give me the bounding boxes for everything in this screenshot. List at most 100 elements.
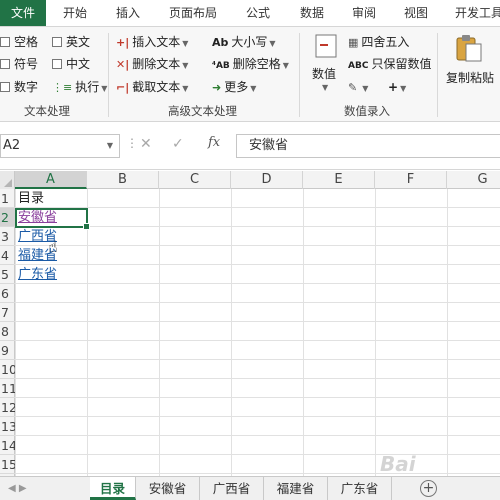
sheet-tab-fujian[interactable]: 福建省 — [264, 477, 328, 500]
chevron-down-icon[interactable]: ▼ — [107, 135, 113, 157]
column-header-a[interactable]: A — [15, 171, 87, 189]
chevron-down-icon: ▼ — [101, 84, 108, 93]
cell-area[interactable] — [15, 189, 500, 476]
chevron-down-icon: ▼ — [362, 84, 369, 93]
checkbox-icon — [0, 59, 10, 69]
worksheet-grid: A B C D E F G 1 2 3 4 5 6 7 8 9 10 11 12… — [0, 171, 500, 476]
copy-paste-button[interactable]: 复制粘贴 — [444, 31, 500, 99]
sheet-tab-guangxi[interactable]: 广西省 — [200, 477, 264, 500]
column-header-b[interactable]: B — [87, 171, 159, 189]
row-header[interactable]: 11 — [0, 379, 15, 398]
edit-icon: ✎ — [348, 81, 358, 94]
sheet-tab-bar: ◀ ▶ 目录 安徽省 广西省 福建省 广东省 + — [0, 476, 500, 500]
group-label-numeric-entry: 数值录入 — [344, 104, 390, 118]
column-header-d[interactable]: D — [231, 171, 303, 189]
edit-value-button[interactable]: ✎ ▼ — [348, 78, 368, 96]
row-header[interactable]: 9 — [0, 341, 15, 360]
group-label-text-process: 文本处理 — [24, 104, 70, 118]
tab-page-layout[interactable]: 页面布局 — [169, 0, 217, 26]
cell-a5-link[interactable]: 广东省 — [18, 265, 57, 284]
tab-insert[interactable]: 插入 — [116, 0, 140, 26]
clipboard-icon — [456, 35, 482, 62]
row-header[interactable]: 6 — [0, 284, 15, 303]
add-sheet-icon[interactable]: + — [420, 480, 437, 497]
row-header[interactable]: 12 — [0, 398, 15, 417]
insert-text-icon: +| — [116, 36, 130, 49]
column-header-c[interactable]: C — [159, 171, 231, 189]
confirm-icon[interactable]: ✓ — [172, 136, 184, 152]
sheet-tab-guangdong[interactable]: 广东省 — [328, 477, 392, 500]
row-header[interactable]: 4 — [0, 246, 15, 265]
checkbox-icon — [0, 37, 10, 47]
execute-button[interactable]: ⋮≡ 执行 ▼ — [52, 78, 107, 96]
row-header-bar: 1 2 3 4 5 6 7 8 9 10 11 12 13 14 15 — [0, 189, 15, 476]
more-options-icon: ⋮ — [126, 136, 138, 150]
row-header[interactable]: 14 — [0, 436, 15, 455]
tab-file[interactable]: 文件 — [0, 0, 46, 26]
row-header[interactable]: 13 — [0, 417, 15, 436]
cancel-icon[interactable]: ✕ — [140, 136, 152, 152]
watermark-logo: Bai — [380, 452, 416, 476]
row-header[interactable]: 3 — [0, 227, 15, 246]
chevron-down-icon: ▼ — [269, 39, 276, 48]
ribbon: 空格 英文 符号 中文 数字 ⋮≡ 执行 ▼ 文本处理 +| 插入文本 ▼ ✕| 删除文本… — [0, 26, 500, 122]
menu-tab-bar: 文件 开始 插入 页面布局 公式 数据 审阅 视图 开发工具 — [0, 0, 500, 26]
checkbox-icon — [52, 59, 62, 69]
checkbox-icon — [0, 82, 10, 92]
tab-formulas[interactable]: 公式 — [246, 0, 270, 26]
chevron-down-icon: ▼ — [182, 84, 189, 93]
symbol-checkbox[interactable]: 符号 — [0, 55, 38, 73]
delete-text-button[interactable]: ✕| 删除文本 ▼ — [116, 55, 188, 73]
chevron-down-icon: ▼ — [182, 61, 189, 70]
value-icon — [315, 34, 337, 58]
tab-review[interactable]: 审阅 — [352, 0, 376, 26]
row-header[interactable]: 2 — [0, 208, 15, 227]
plus-button[interactable]: + ▼ — [388, 78, 406, 96]
chevron-down-icon: ▼ — [322, 83, 329, 92]
name-box[interactable]: A2 ▼ — [0, 134, 120, 158]
row-header[interactable]: 15 — [0, 455, 15, 474]
formula-input[interactable]: 安徽省 — [236, 134, 500, 158]
chevron-down-icon: ▼ — [182, 39, 189, 48]
tab-home[interactable]: 开始 — [63, 0, 87, 26]
row-header[interactable]: 1 — [0, 189, 15, 208]
active-cell-selection — [15, 208, 90, 230]
english-checkbox[interactable]: 英文 — [52, 33, 90, 51]
sheet-tab-toc[interactable]: 目录 — [90, 477, 136, 500]
group-label-advanced-text: 高级文本处理 — [168, 104, 237, 118]
tab-developer[interactable]: 开发工具 — [455, 0, 500, 26]
keep-value-button[interactable]: ABC 只保留数值 — [348, 55, 431, 73]
space-checkbox[interactable]: 空格 — [0, 33, 38, 51]
insert-text-button[interactable]: +| 插入文本 ▼ — [116, 33, 188, 51]
column-header-f[interactable]: F — [375, 171, 447, 189]
tab-data[interactable]: 数据 — [300, 0, 324, 26]
column-header-g[interactable]: G — [447, 171, 500, 189]
divider — [437, 33, 438, 117]
round-button[interactable]: ▦ 四舍五入 — [348, 33, 409, 51]
divider — [299, 33, 300, 117]
row-header[interactable]: 5 — [0, 265, 15, 284]
extract-text-button[interactable]: ⌐| 截取文本 ▼ — [116, 78, 188, 96]
number-checkbox[interactable]: 数字 — [0, 78, 38, 96]
case-button[interactable]: Ab 大小写 ▼ — [212, 33, 276, 51]
sheet-nav-arrows-icon[interactable]: ◀ ▶ — [8, 477, 27, 500]
row-header[interactable]: 8 — [0, 322, 15, 341]
select-all-button[interactable] — [0, 171, 15, 189]
cell-a1[interactable]: 目录 — [18, 189, 44, 208]
insert-function-button[interactable]: fx — [208, 135, 220, 150]
remove-spaces-button[interactable]: ⁴AB 删除空格 ▼ — [212, 55, 289, 73]
chevron-down-icon: ▼ — [282, 61, 289, 70]
remove-spaces-icon: ⁴AB — [212, 61, 230, 71]
delete-text-icon: ✕| — [116, 58, 130, 71]
tab-view[interactable]: 视图 — [404, 0, 428, 26]
chevron-down-icon: ▼ — [250, 84, 257, 93]
column-header-bar: A B C D E F G — [0, 171, 500, 189]
abc-icon: ABC — [348, 61, 369, 71]
row-header[interactable]: 10 — [0, 360, 15, 379]
more-button[interactable]: ➜ 更多 ▼ — [212, 78, 256, 96]
column-header-e[interactable]: E — [303, 171, 375, 189]
row-header[interactable]: 7 — [0, 303, 15, 322]
chinese-checkbox[interactable]: 中文 — [52, 55, 90, 73]
sheet-tab-anhui[interactable]: 安徽省 — [136, 477, 200, 500]
value-button[interactable]: 数值 ▼ — [306, 31, 344, 99]
